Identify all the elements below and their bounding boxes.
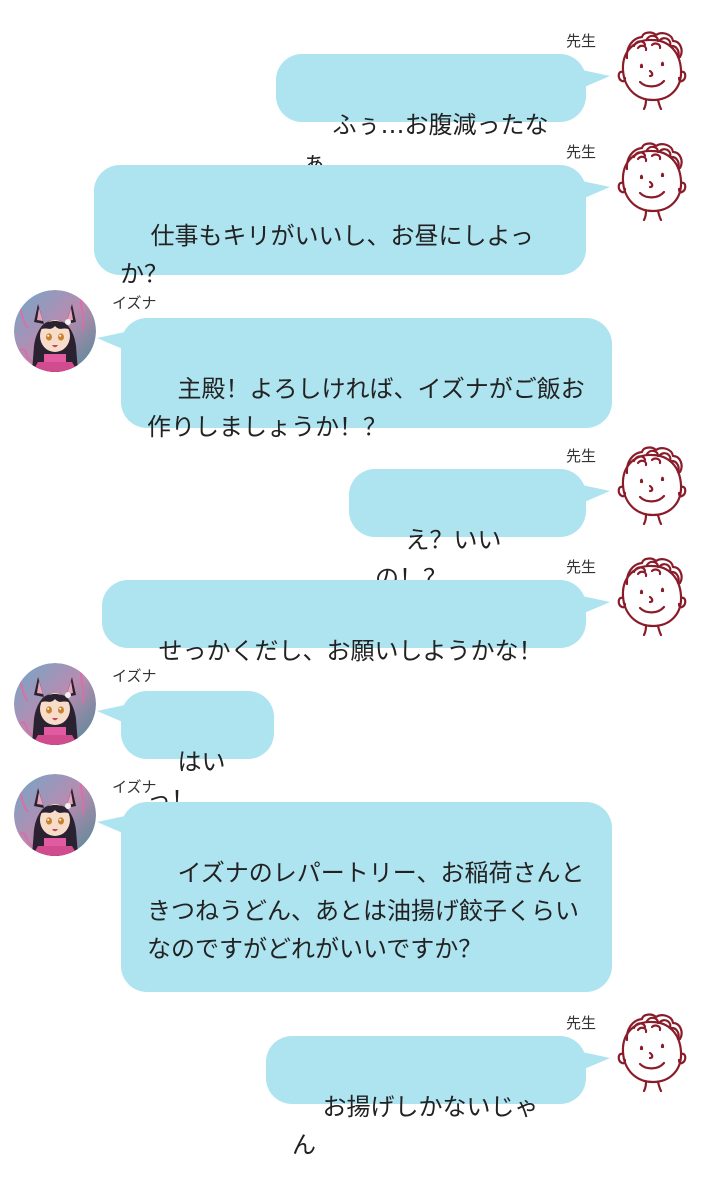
sensei-avatar-icon[interactable]: [612, 1012, 692, 1092]
izuna-avatar-icon[interactable]: [14, 290, 96, 372]
sender-name: 先生: [565, 143, 596, 161]
bubble-tail: [582, 181, 610, 199]
bubble-tail: [97, 705, 125, 723]
sensei-avatar-icon[interactable]: [612, 30, 692, 110]
sensei-avatar-icon[interactable]: [612, 556, 692, 636]
message-text: 主殿！よろしければ、イズナがご飯お作りしましょうか！？: [147, 375, 585, 441]
bubble-tail: [582, 485, 610, 503]
message-bubble[interactable]: 仕事もキリがいいし、お昼にしよっか？: [94, 165, 586, 288]
bubble-tail: [582, 70, 610, 88]
message-bubble[interactable]: せっかくだし、お願いしようかな！: [102, 580, 586, 665]
message-text: お揚げしかないじゃん: [292, 1093, 539, 1159]
sender-name: イズナ: [112, 667, 157, 685]
bubble-tail: [582, 1052, 610, 1070]
message-bubble[interactable]: はいっ！: [121, 691, 274, 814]
message-bubble[interactable]: 主殿！よろしければ、イズナがご飯お作りしましょうか！？: [121, 318, 612, 441]
sensei-avatar-icon[interactable]: [612, 141, 692, 221]
sender-name: イズナ: [112, 294, 157, 312]
message-text: せっかくだし、お願いしようかな！: [158, 637, 543, 665]
sender-name: 先生: [565, 1014, 596, 1032]
bubble-tail: [582, 596, 610, 614]
message-bubble[interactable]: イズナのレパートリー、お稲荷さんときつねうどん、あとは油揚げ餃子くらいなのですが…: [121, 802, 612, 992]
sender-name: 先生: [565, 447, 596, 465]
message-bubble[interactable]: ふぅ…お腹減ったなぁ: [276, 54, 586, 177]
sender-name: イズナ: [112, 778, 157, 796]
message-text: イズナのレパートリー、お稲荷さんときつねうどん、あとは油揚げ餃子くらいなのですが…: [147, 859, 585, 963]
message-text: 仕事もキリがいいし、お昼にしよっか？: [120, 222, 534, 288]
bubble-tail: [97, 332, 125, 350]
izuna-avatar-icon[interactable]: [14, 774, 96, 856]
izuna-avatar-icon[interactable]: [14, 663, 96, 745]
bubble-tail: [97, 816, 125, 834]
sender-name: 先生: [565, 558, 596, 576]
message-bubble[interactable]: え？いいの！？: [349, 469, 586, 592]
sensei-avatar-icon[interactable]: [612, 445, 692, 525]
sender-name: 先生: [565, 32, 596, 50]
message-bubble[interactable]: お揚げしかないじゃん: [266, 1036, 586, 1159]
